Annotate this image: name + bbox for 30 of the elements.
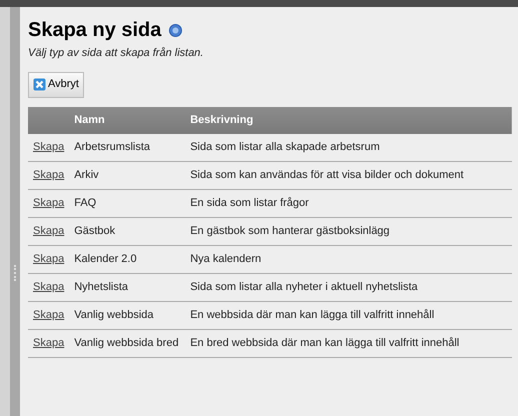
page-subtitle: Välj typ av sida att skapa från listan. <box>28 46 204 61</box>
column-header: Beskrivning <box>190 114 254 126</box>
cancel-button[interactable]: Avbryt <box>28 72 84 98</box>
create-link[interactable]: Skapa <box>33 309 64 322</box>
table-cell: Kalender 2.0 <box>74 253 137 266</box>
create-link[interactable]: Skapa <box>33 281 64 294</box>
column-header: Namn <box>74 114 105 126</box>
create-link[interactable]: Skapa <box>33 197 64 210</box>
table-cell: Arbetsrumslista <box>74 141 150 153</box>
table-cell: Sida som listar alla skapade arbetsrum <box>190 141 380 153</box>
create-link[interactable]: Skapa <box>33 169 64 182</box>
table-cell: FAQ <box>74 197 96 210</box>
page-title: Skapa ny sida <box>28 18 162 43</box>
create-link[interactable]: Skapa <box>33 225 64 238</box>
create-link[interactable]: Skapa <box>33 141 64 153</box>
create-link[interactable]: Skapa <box>33 337 64 350</box>
table-cell: Nya kalendern <box>190 253 262 266</box>
close-icon <box>33 78 46 91</box>
table-cell: Vanlig webbsida <box>74 309 154 322</box>
table-cell: Sida som listar alla nyheter i aktuell nyhetslista <box>190 281 418 294</box>
table-cell: Nyhetslista <box>74 281 128 294</box>
table-cell: En bred webbsida där man kan lägga till valfritt innehåll <box>190 337 460 350</box>
table-cell: Vanlig webbsida bred <box>74 337 179 350</box>
table-cell: En webbsida där man kan lägga till valfritt innehåll <box>190 309 434 322</box>
table-cell: En gästbok som hanterar gästboksinlägg <box>190 225 390 238</box>
table-cell: Arkiv <box>74 169 99 182</box>
table-cell: En sida som listar frågor <box>190 197 309 210</box>
create-link[interactable]: Skapa <box>33 253 64 266</box>
table-cell: Sida som kan användas för att visa bilder och dokument <box>190 169 464 182</box>
table-cell: Gästbok <box>74 225 116 238</box>
